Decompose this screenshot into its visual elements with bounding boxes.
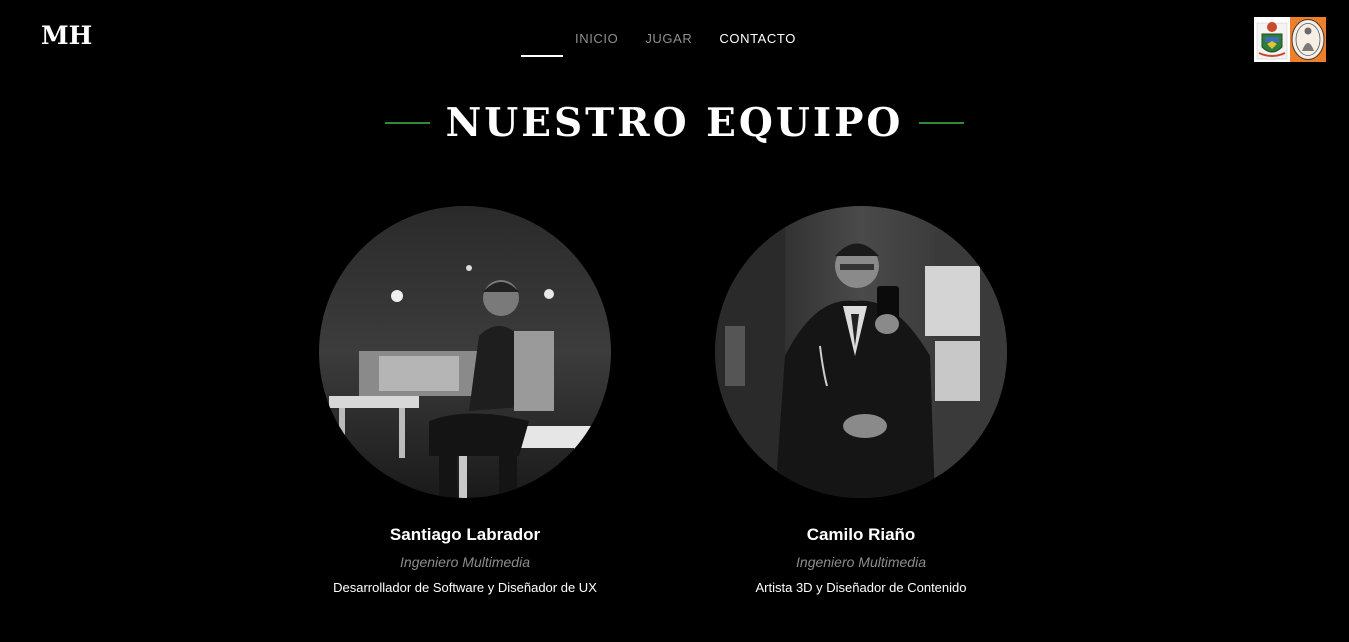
title-line-right xyxy=(919,122,965,124)
member-name: Santiago Labrador xyxy=(389,525,541,544)
member-photo xyxy=(319,206,611,498)
member-name: Camilo Riaño xyxy=(806,525,916,544)
member-description: Artista 3D y Diseñador de Contenido xyxy=(755,580,967,595)
member-description: Desarrollador de Software y Diseñador de… xyxy=(333,580,597,595)
member-role: Ingeniero Multimedia xyxy=(400,554,530,570)
section-heading: NUESTRO EQUIPO xyxy=(0,100,1349,146)
nav-link-contacto[interactable]: CONTACTO xyxy=(719,31,796,46)
nav-active-indicator xyxy=(521,55,563,57)
brand-logo[interactable]: MH xyxy=(41,21,92,50)
title-line-left xyxy=(384,122,430,124)
team-member-card: Camilo Riaño Ingeniero Multimedia Artist… xyxy=(715,206,1007,595)
coat-of-arms-logo xyxy=(1254,17,1290,62)
team-member-card: Santiago Labrador Ingeniero Multimedia D… xyxy=(319,206,611,595)
member-role: Ingeniero Multimedia xyxy=(796,554,926,570)
section-title: NUESTRO EQUIPO xyxy=(445,100,904,146)
institution-logos xyxy=(1254,17,1326,62)
member-photo xyxy=(715,206,1007,498)
main-nav: INICIO JUGAR CONTACTO xyxy=(575,31,796,46)
university-seal-logo xyxy=(1290,17,1326,62)
nav-link-inicio[interactable]: INICIO xyxy=(575,31,618,46)
nav-link-jugar[interactable]: JUGAR xyxy=(645,31,692,46)
